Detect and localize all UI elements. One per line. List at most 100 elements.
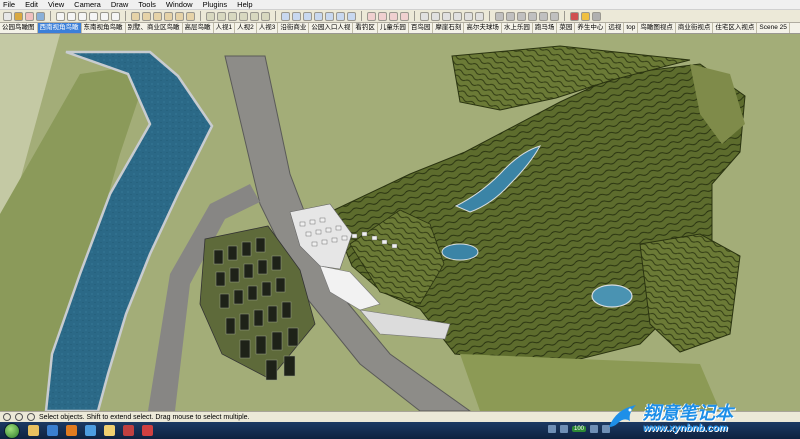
scene-tab[interactable]: 人视1 xyxy=(213,23,236,33)
zoom-extents-icon[interactable] xyxy=(325,11,334,21)
walk-tool-icon[interactable] xyxy=(378,11,387,21)
scene-tab[interactable]: 摩崖石刻 xyxy=(433,23,465,33)
zoom-window-icon[interactable] xyxy=(314,11,323,21)
scene-tab[interactable]: 看钓区 xyxy=(353,23,378,33)
tray-battery-badge[interactable]: 100 xyxy=(571,426,586,432)
top-view-icon[interactable] xyxy=(431,11,440,21)
look-around-icon[interactable] xyxy=(389,11,398,21)
scene-tab[interactable]: 高层鸟瞰 xyxy=(182,23,214,33)
scene-tab[interactable]: 人视3 xyxy=(256,23,279,33)
explorer-icon[interactable] xyxy=(28,425,39,436)
menu-item-edit[interactable]: Edit xyxy=(25,0,38,9)
next-view-icon[interactable] xyxy=(347,11,356,21)
paint-bucket-icon[interactable] xyxy=(14,11,23,21)
menu-item-view[interactable]: View xyxy=(48,0,64,9)
previous-view-icon[interactable] xyxy=(336,11,345,21)
move-tool-icon[interactable] xyxy=(131,11,140,21)
scene-tab[interactable]: 养生中心 xyxy=(575,23,607,33)
fog-icon[interactable] xyxy=(592,11,601,21)
layer-icon[interactable] xyxy=(570,11,579,21)
scene-tab[interactable]: 公园入口人视 xyxy=(309,23,354,33)
shaded-style-icon[interactable] xyxy=(528,11,537,21)
scene-tab[interactable]: 高尔夫球场 xyxy=(464,23,502,33)
scale-tool-icon[interactable] xyxy=(175,11,184,21)
front-view-icon[interactable] xyxy=(442,11,451,21)
dimension-tool-icon[interactable] xyxy=(217,11,226,21)
scene-tab[interactable]: 西南视角鸟瞰 xyxy=(37,23,82,33)
browser-icon[interactable] xyxy=(47,425,58,436)
position-camera-icon[interactable] xyxy=(367,11,376,21)
status-message: Select objects. Shift to extend select. … xyxy=(39,413,250,421)
credits-icon[interactable] xyxy=(15,413,23,421)
hidden-line-style-icon[interactable] xyxy=(517,11,526,21)
menu-item-plugins[interactable]: Plugins xyxy=(203,0,228,9)
scene-tab[interactable]: 住宅区入视点 xyxy=(713,23,758,33)
wireframe-style-icon[interactable] xyxy=(506,11,515,21)
protractor-icon[interactable] xyxy=(228,11,237,21)
section-plane-icon[interactable] xyxy=(400,11,409,21)
sketchup-icon[interactable] xyxy=(142,425,153,436)
scene-tabs-bar: 公园鸟瞰图 西南视角鸟瞰 东南视角鸟瞰 别墅、商业区鸟瞰 高层鸟瞰 人视1 人视2 人视3 沿街… xyxy=(0,23,800,34)
shadow-icon[interactable] xyxy=(581,11,590,21)
scene-tab[interactable]: 儿童乐园 xyxy=(377,23,409,33)
scene-tab[interactable]: 商业街视点 xyxy=(675,23,714,33)
textured-style-icon[interactable] xyxy=(539,11,548,21)
left-view-icon[interactable] xyxy=(475,11,484,21)
freehand-tool-icon[interactable] xyxy=(111,11,120,21)
scene-tab[interactable]: top xyxy=(624,23,639,33)
circle-tool-icon[interactable] xyxy=(89,11,98,21)
rectangle-tool-icon[interactable] xyxy=(78,11,87,21)
back-view-icon[interactable] xyxy=(464,11,473,21)
folder-icon[interactable] xyxy=(104,425,115,436)
rotate-tool-icon[interactable] xyxy=(153,11,162,21)
zoom-tool-icon[interactable] xyxy=(303,11,312,21)
3d-viewport[interactable] xyxy=(0,34,800,411)
orbit-tool-icon[interactable] xyxy=(281,11,290,21)
menu-item-file[interactable]: File xyxy=(3,0,15,9)
document-icon[interactable] xyxy=(85,425,96,436)
menu-item-help[interactable]: Help xyxy=(237,0,252,9)
scene-tab[interactable]: 人视2 xyxy=(235,23,257,33)
offset-tool-icon[interactable] xyxy=(186,11,195,21)
start-button[interactable] xyxy=(4,422,20,439)
scene-tab[interactable]: 沿街商业 xyxy=(278,23,310,33)
arc-tool-icon[interactable] xyxy=(67,11,76,21)
axes-tool-icon[interactable] xyxy=(250,11,259,21)
scene-tab[interactable]: 公园鸟瞰图 xyxy=(0,23,38,33)
right-view-icon[interactable] xyxy=(453,11,462,21)
pan-tool-icon[interactable] xyxy=(292,11,301,21)
component-icon[interactable] xyxy=(36,11,45,21)
eraser-icon[interactable] xyxy=(25,11,34,21)
tape-measure-icon[interactable] xyxy=(206,11,215,21)
menu-item-camera[interactable]: Camera xyxy=(74,0,101,9)
tray-flag-icon[interactable] xyxy=(590,425,598,433)
media-player-icon[interactable] xyxy=(66,425,77,436)
scene-tab[interactable]: 跑马场 xyxy=(532,23,558,33)
xray-style-icon[interactable] xyxy=(495,11,504,21)
line-tool-icon[interactable] xyxy=(56,11,65,21)
menu-item-draw[interactable]: Draw xyxy=(111,0,129,9)
tray-volume-icon[interactable] xyxy=(559,425,568,433)
select-tool-icon[interactable] xyxy=(3,11,12,21)
text-tool-icon[interactable] xyxy=(239,11,248,21)
geo-location-icon[interactable] xyxy=(3,413,11,421)
push-pull-tool-icon[interactable] xyxy=(142,11,151,21)
3d-text-icon[interactable] xyxy=(261,11,270,21)
polygon-tool-icon[interactable] xyxy=(100,11,109,21)
scene-tab[interactable]: 别墅、商业区鸟瞰 xyxy=(125,23,183,33)
help-icon[interactable] xyxy=(27,413,35,421)
scene-tab[interactable]: Scene 25 xyxy=(757,23,790,33)
app-icon[interactable] xyxy=(123,425,134,436)
menu-item-window[interactable]: Window xyxy=(166,0,193,9)
scene-tab[interactable]: 百鸟园 xyxy=(408,23,434,33)
scene-tab[interactable]: 菜园 xyxy=(557,23,576,33)
scene-tab[interactable]: 水上乐园 xyxy=(501,23,533,33)
follow-me-tool-icon[interactable] xyxy=(164,11,173,21)
scene-tab[interactable]: 远视 xyxy=(606,23,625,33)
scene-tab[interactable]: 鸟瞰图视点 xyxy=(638,23,676,33)
scene-tab[interactable]: 东南视角鸟瞰 xyxy=(81,23,126,33)
menu-item-tools[interactable]: Tools xyxy=(138,0,156,9)
tray-network-icon[interactable] xyxy=(547,425,556,433)
iso-view-icon[interactable] xyxy=(420,11,429,21)
monochrome-style-icon[interactable] xyxy=(550,11,559,21)
